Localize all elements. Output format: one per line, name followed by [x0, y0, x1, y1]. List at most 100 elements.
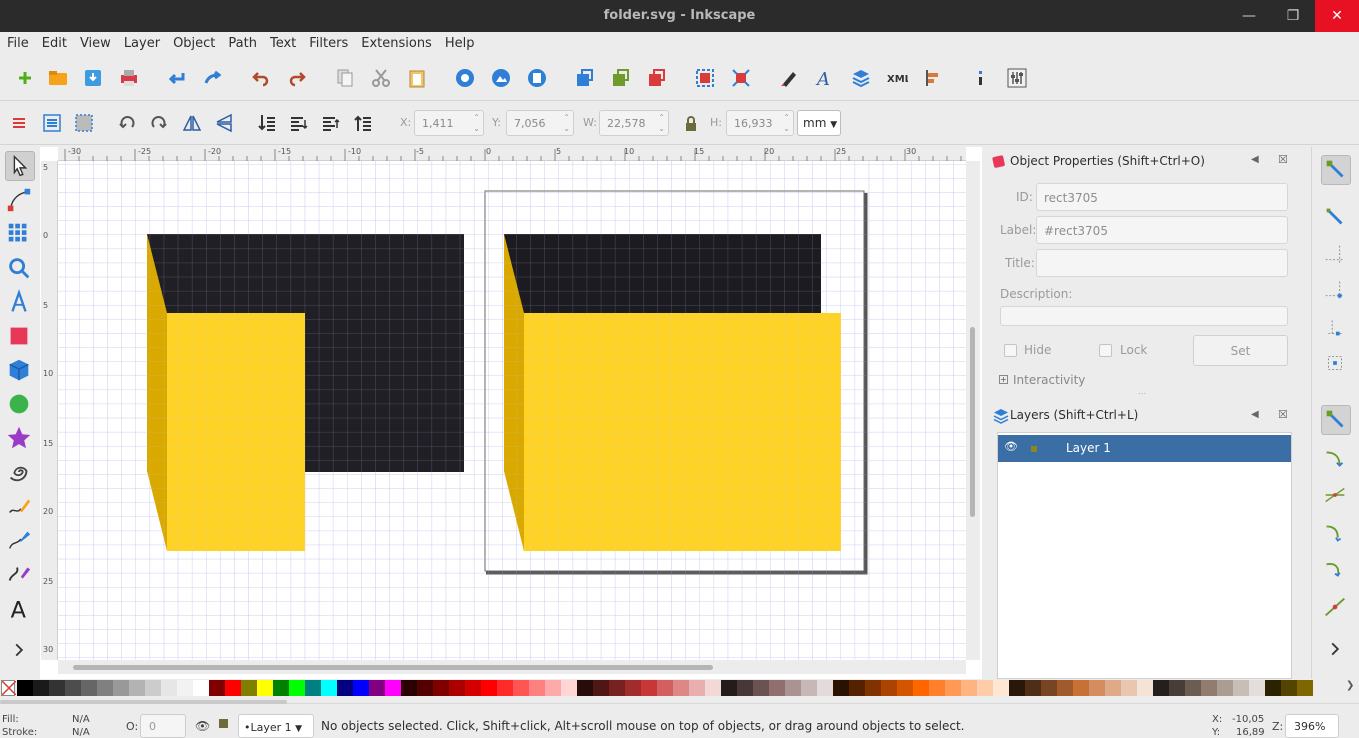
palette-swatch[interactable] [1169, 680, 1185, 696]
palette-swatch[interactable] [401, 680, 417, 696]
menu-path[interactable]: Path [221, 32, 263, 51]
text-tool-icon[interactable]: A [5, 594, 35, 624]
palette-swatch[interactable] [353, 680, 369, 696]
snap-cusp-nodes-icon[interactable] [1321, 519, 1351, 549]
save-icon[interactable] [82, 67, 104, 89]
copy-icon[interactable] [334, 67, 356, 89]
palette-swatch[interactable] [849, 680, 865, 696]
flip-vertical-icon[interactable] [213, 112, 235, 134]
snap-bbox-icon[interactable] [1321, 203, 1351, 233]
unit-select[interactable]: mm ▼ [797, 110, 841, 136]
vertical-scrollbar[interactable] [966, 161, 980, 660]
palette-swatch[interactable] [1297, 680, 1313, 696]
palette-swatch[interactable] [33, 680, 49, 696]
layer-lock-icon[interactable] [1031, 446, 1037, 452]
w-input[interactable]: 22,578 ⌃ ⌄ [599, 110, 669, 136]
snap-nodes-icon[interactable] [1321, 405, 1351, 435]
zoom-page-icon[interactable] [526, 67, 548, 89]
flip-horizontal-icon[interactable] [181, 112, 203, 134]
palette-swatch[interactable] [737, 680, 753, 696]
lock-ratio-icon[interactable] [680, 113, 702, 135]
palette-swatch[interactable] [513, 680, 529, 696]
no-paint-swatch[interactable] [1, 680, 17, 696]
palette-swatch[interactable] [449, 680, 465, 696]
palette-swatch[interactable] [1153, 680, 1169, 696]
palette-swatch[interactable] [801, 680, 817, 696]
palette-swatch[interactable] [545, 680, 561, 696]
w-spinner-icon[interactable]: ⌃ ⌄ [658, 112, 665, 134]
palette-swatch[interactable] [257, 680, 273, 696]
palette-swatch[interactable] [193, 680, 209, 696]
palette-swatch[interactable] [145, 680, 161, 696]
palette-swatch[interactable] [881, 680, 897, 696]
lower-bottom-icon[interactable] [256, 112, 278, 134]
layers-collapse-icon[interactable]: ◀ [1251, 409, 1259, 420]
menu-text[interactable]: Text [263, 32, 302, 51]
panel-close-icon[interactable]: ☒ [1278, 153, 1288, 166]
select-all-layers-icon[interactable] [41, 112, 63, 134]
palette-swatch[interactable] [945, 680, 961, 696]
snap-toggle-icon[interactable] [1321, 155, 1351, 185]
palette-swatch[interactable] [977, 680, 993, 696]
palette-swatch[interactable] [1009, 680, 1025, 696]
visibility-eye-icon[interactable]: 👁 [1004, 440, 1018, 453]
y-input[interactable]: 7,056 ⌃ ⌄ [506, 110, 574, 136]
palette-swatch[interactable] [769, 680, 785, 696]
3d-box-tool-icon[interactable] [5, 356, 35, 386]
palette-swatch[interactable] [1233, 680, 1249, 696]
toggle-lock-icon[interactable] [219, 719, 228, 728]
palette-swatch[interactable] [897, 680, 913, 696]
interactivity-label[interactable]: Interactivity [1013, 373, 1085, 387]
palette-swatch[interactable] [1105, 680, 1121, 696]
snap-paths-icon[interactable] [1321, 445, 1351, 475]
palette-swatch[interactable] [673, 680, 689, 696]
open-file-icon[interactable] [47, 67, 69, 89]
h-input[interactable]: 16,933 ⌃ ⌄ [726, 110, 794, 136]
palette-swatch[interactable] [1057, 680, 1073, 696]
palette-swatch[interactable] [705, 680, 721, 696]
palette-swatch[interactable] [641, 680, 657, 696]
current-layer-select[interactable]: •Layer 1 ▼ [238, 714, 314, 738]
tweak-tool-icon[interactable] [5, 220, 35, 250]
toggle-visibility-eye-icon[interactable]: 👁 [195, 719, 210, 733]
palette-swatch[interactable] [321, 680, 337, 696]
snap-bbox-corners-icon[interactable] [1321, 277, 1351, 307]
palette-swatch[interactable] [929, 680, 945, 696]
layers-icon[interactable] [850, 67, 872, 89]
print-icon[interactable] [118, 67, 140, 89]
palette-swatch[interactable] [577, 680, 593, 696]
menu-help[interactable]: Help [438, 32, 481, 51]
horizontal-scrollbar[interactable] [58, 660, 966, 674]
rectangle-tool-icon[interactable] [5, 322, 35, 352]
palette-swatch[interactable] [337, 680, 353, 696]
opacity-field[interactable]: 0 [140, 714, 186, 738]
snap-bbox-midpoints-icon[interactable] [1321, 313, 1351, 343]
snap-more-chevron-icon[interactable] [1321, 635, 1351, 665]
preferences-icon[interactable] [1006, 67, 1028, 89]
palette-swatch[interactable] [81, 680, 97, 696]
new-document-icon[interactable] [14, 67, 36, 89]
layers-list[interactable]: 👁 Layer 1 [997, 432, 1292, 679]
snap-midpoints-icon[interactable] [1321, 593, 1351, 623]
menu-edit[interactable]: Edit [35, 32, 73, 51]
set-button[interactable]: Set [1193, 335, 1288, 366]
menu-extensions[interactable]: Extensions [354, 32, 438, 51]
pen-tool-icon[interactable] [5, 526, 35, 556]
zoom-selection-icon[interactable] [454, 67, 476, 89]
more-tools-chevron-icon[interactable] [5, 636, 35, 666]
palette-swatch[interactable] [785, 680, 801, 696]
zoom-tool-icon[interactable] [5, 254, 35, 284]
palette-swatch[interactable] [225, 680, 241, 696]
palette-swatch[interactable] [1137, 680, 1153, 696]
panel-collapse-icon[interactable]: ◀ [1251, 154, 1259, 165]
measure-tool-icon[interactable] [5, 288, 35, 318]
palette-swatch[interactable] [913, 680, 929, 696]
palette-swatch[interactable] [65, 680, 81, 696]
expand-icon[interactable]: + [999, 375, 1008, 384]
palette-swatch[interactable] [1281, 680, 1297, 696]
palette-swatch[interactable] [497, 680, 513, 696]
description-field[interactable] [1000, 306, 1288, 326]
palette-swatch[interactable] [593, 680, 609, 696]
palette-swatch[interactable] [129, 680, 145, 696]
paste-icon[interactable] [406, 67, 428, 89]
